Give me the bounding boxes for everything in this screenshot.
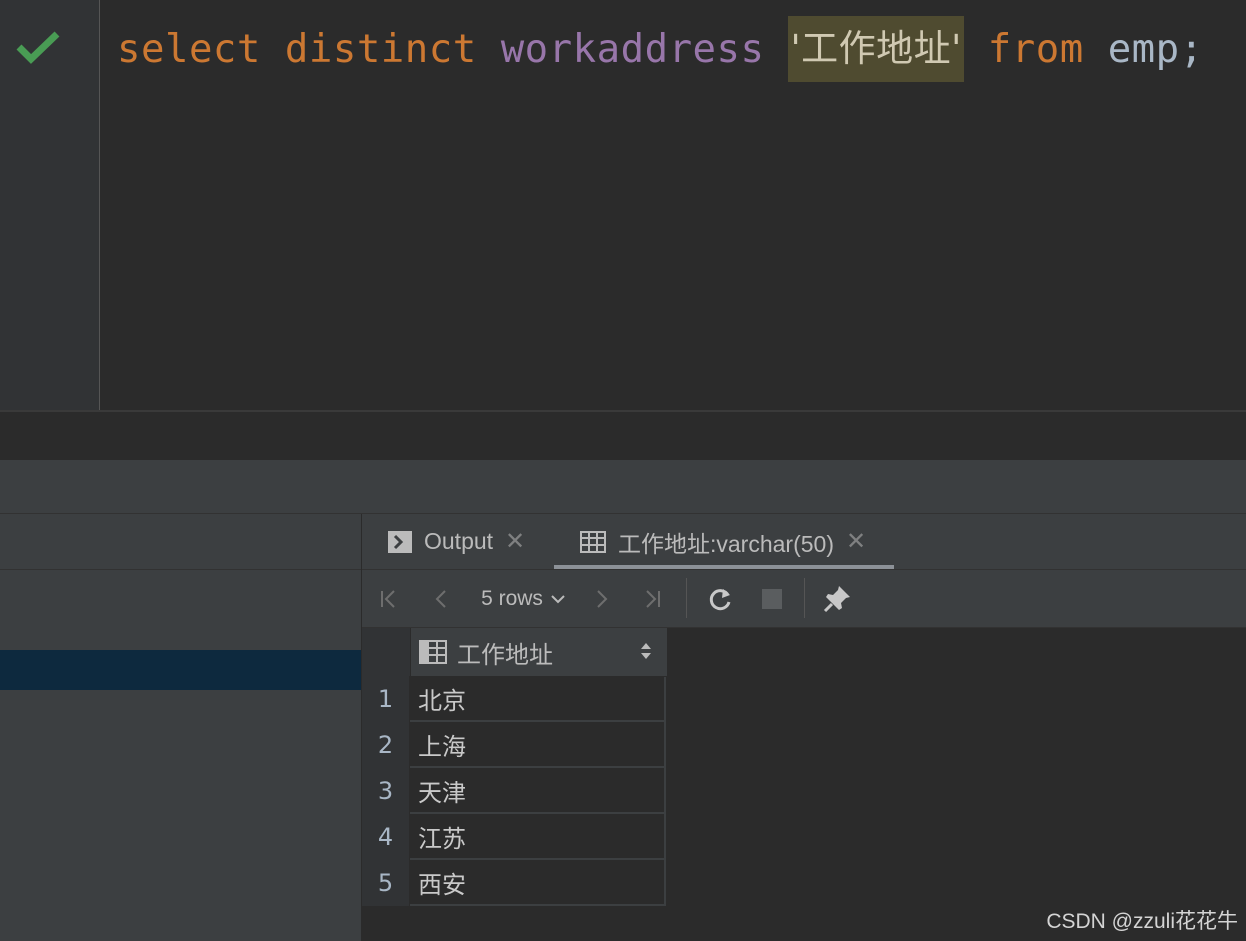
results-toolbar: 5 rows (362, 570, 1246, 628)
toolbar-divider (686, 578, 687, 618)
tab-result[interactable]: 工作地址:varchar(50) ✕ (553, 514, 895, 569)
table-cell[interactable]: 西安 (410, 860, 666, 906)
alias-string: '工作地址' (788, 16, 964, 82)
toolbar-divider (804, 578, 805, 618)
keyword-select: select (117, 26, 261, 72)
column-name: workaddress (500, 26, 765, 72)
services-panel (0, 514, 362, 941)
column-header-label: 工作地址 (457, 640, 553, 669)
keyword-distinct: distinct (284, 26, 477, 72)
next-page-icon[interactable] (589, 570, 615, 627)
close-icon[interactable]: ✕ (846, 527, 866, 556)
rows-count-dropdown[interactable]: 5 rows (478, 570, 570, 627)
column-icon (419, 640, 447, 664)
table-row[interactable]: 4 江苏 (362, 814, 667, 860)
row-number: 5 (362, 860, 410, 906)
code-line[interactable]: select distinct workaddress '工作地址' from … (117, 16, 1204, 82)
column-header[interactable]: 工作地址 (411, 628, 667, 677)
close-icon[interactable]: ✕ (505, 527, 525, 556)
grid-header: 工作地址 (362, 628, 667, 677)
first-page-icon[interactable] (376, 570, 402, 627)
tab-output[interactable]: Output ✕ (388, 514, 525, 569)
sql-editor[interactable]: select distinct workaddress '工作地址' from … (0, 0, 1246, 410)
last-page-icon[interactable] (639, 570, 665, 627)
table-cell[interactable]: 江苏 (410, 814, 666, 860)
console-icon (388, 530, 412, 553)
prev-page-icon[interactable] (428, 570, 454, 627)
table-cell[interactable]: 北京 (410, 676, 666, 722)
table-row[interactable]: 3 天津 (362, 768, 667, 814)
keyword-from: from (987, 26, 1084, 72)
table-cell[interactable]: 天津 (410, 768, 666, 814)
pin-icon[interactable] (820, 570, 854, 627)
grid-corner[interactable] (362, 628, 411, 676)
services-toolbar (0, 514, 361, 570)
results-tabbar: Output ✕ 工作地址:varchar(50) ✕ (362, 514, 1246, 570)
table-row[interactable]: 1 北京 (362, 676, 667, 722)
chevron-down-icon (551, 594, 565, 603)
rows-count-label: 5 rows (481, 586, 543, 610)
table-row[interactable]: 2 上海 (362, 722, 667, 768)
row-number: 3 (362, 768, 410, 814)
refresh-icon[interactable] (704, 570, 736, 627)
check-icon (16, 31, 60, 64)
tool-window-header (0, 460, 1246, 514)
table-row[interactable]: 5 西安 (362, 860, 667, 906)
stop-icon[interactable] (758, 570, 786, 627)
table-name: emp; (1107, 26, 1204, 72)
row-number: 2 (362, 722, 410, 768)
watermark: CSDN @zzuli花花牛 (1046, 910, 1238, 933)
table-cell[interactable]: 上海 (410, 722, 666, 768)
result-grid: 工作地址 1 北京 2 上海 3 天津 4 江苏 5 西安 (362, 628, 667, 906)
tab-output-label: Output (424, 528, 494, 554)
services-tree-selected-row[interactable] (0, 650, 361, 690)
row-number: 1 (362, 676, 410, 722)
results-panel: Output ✕ 工作地址:varchar(50) ✕ 5 rows 工作地址 … (362, 514, 1246, 941)
table-icon (580, 530, 606, 553)
sort-icon[interactable] (639, 640, 653, 662)
tab-result-label: 工作地址:varchar(50) (618, 530, 834, 557)
ide-window: select distinct workaddress '工作地址' from … (0, 0, 1246, 941)
row-number: 4 (362, 814, 410, 860)
editor-gutter (0, 0, 100, 410)
editor-bottom-area (0, 410, 1246, 462)
